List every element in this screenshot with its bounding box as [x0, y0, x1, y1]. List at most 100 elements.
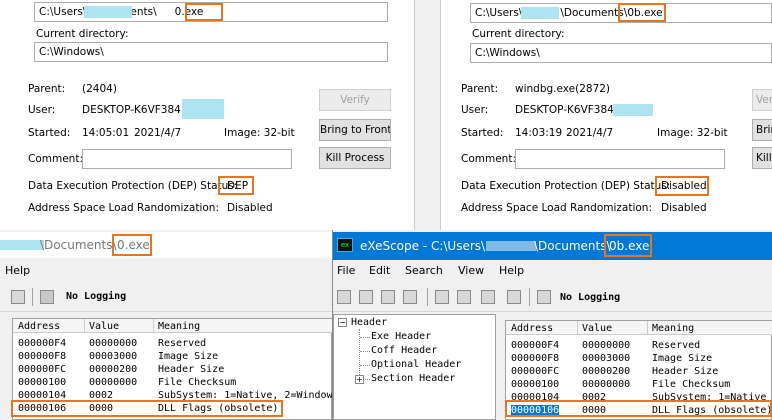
menu-file[interactable]: File	[337, 264, 355, 277]
table-row[interactable]: 00000104 0002 SubSystem: 1=Native	[506, 392, 772, 405]
table-row[interactable]: 00000106 0000 DLL Flags (obsolete)	[506, 405, 772, 418]
right-col-value[interactable]: Value	[582, 323, 612, 334]
right-col-address[interactable]: Address	[511, 323, 553, 334]
row-meaning: Reserved	[158, 338, 207, 349]
row-address: 000000FC	[18, 364, 67, 375]
left-col-address[interactable]: Address	[18, 321, 60, 332]
left-path-redaction	[84, 6, 132, 18]
new-icon[interactable]	[337, 290, 351, 304]
left-toolbar-separator	[32, 288, 33, 306]
row-value: 0002	[582, 392, 607, 403]
row-value: 0000	[89, 403, 114, 414]
row-meaning: File Checksum	[158, 377, 237, 388]
save-icon[interactable]	[381, 290, 395, 304]
table-row[interactable]: 00000100 00000000 File Checksum	[13, 377, 332, 390]
row-address: 000000F4	[18, 338, 67, 349]
left-comment-label: Comment:	[28, 153, 83, 165]
menu-view[interactable]: View	[458, 264, 484, 277]
row-value: 00000000	[89, 338, 138, 349]
tree-root[interactable]: Header	[351, 317, 387, 328]
left-logging-label: No Logging	[66, 291, 127, 302]
right-path-field[interactable]: C:\Users\ \Documents\0b.exe	[470, 3, 772, 23]
tree-item[interactable]: Optional Header	[371, 359, 461, 370]
right-parent-value: windbg.exe(2872)	[515, 83, 611, 95]
row-value: 00000000	[582, 340, 631, 351]
left-verify-button[interactable]: Verify	[319, 89, 391, 111]
table-row[interactable]: 000000FC 00000200 Header Size	[13, 364, 332, 377]
row-address: 000000F8	[511, 353, 560, 364]
right-col-meaning[interactable]: Meaning	[652, 323, 694, 334]
resource-icon[interactable]	[457, 290, 471, 304]
right-started-date: 2021/4/7	[566, 127, 614, 139]
table-row[interactable]: 00000106 0000 DLL Flags (obsolete)	[13, 403, 332, 416]
right-image-type: Image: 32-bit	[657, 127, 728, 139]
table-row[interactable]: 000000F4 00000000 Reserved	[506, 340, 772, 353]
left-col-meaning[interactable]: Meaning	[158, 321, 200, 332]
row-address: 00000104	[18, 390, 67, 401]
table-row[interactable]: 000000F8 00003000 Image Size	[506, 353, 772, 366]
right-curdir-field[interactable]: C:\Windows\	[470, 43, 772, 63]
right-title-exe: 0b.exe	[609, 239, 650, 253]
right-kill-process-button[interactable]: Kill	[752, 147, 772, 169]
tree-expander[interactable]: +	[355, 375, 364, 384]
left-path-exe: 0.exe	[174, 6, 204, 18]
row-value: 00003000	[582, 353, 631, 364]
right-aslr-label: Address Space Load Randomization:	[461, 202, 652, 214]
row-value: 00000200	[89, 364, 138, 375]
right-logging-label: No Logging	[560, 292, 621, 303]
app-icon: ex	[337, 238, 353, 252]
ascii-icon[interactable]	[481, 290, 495, 304]
print-icon[interactable]	[403, 290, 417, 304]
menu-search[interactable]: Search	[405, 264, 443, 277]
left-parent-label: Parent:	[28, 83, 66, 95]
row-meaning: DLL Flags (obsolete)	[652, 405, 772, 416]
row-address: 000000F8	[18, 351, 67, 362]
left-curdir-label: Current directory:	[36, 28, 129, 40]
table-row[interactable]: 00000104 0002 SubSystem: 1=Native, 2=Windo…	[13, 390, 332, 403]
left-curdir-field[interactable]: C:\Windows\	[34, 42, 388, 62]
left-started-time: 14:05:01	[82, 127, 130, 139]
toolbar-separator	[427, 288, 428, 306]
table-row[interactable]: 000000F4 00000000 Reserved	[13, 338, 332, 351]
right-aslr-value: Disabled	[661, 202, 707, 214]
left-menu-help[interactable]: Help	[5, 264, 30, 277]
logging-icon[interactable]	[537, 290, 551, 304]
open-icon[interactable]	[359, 290, 373, 304]
left-title-exe: 0.exe	[117, 238, 150, 252]
left-comment-field[interactable]	[82, 149, 292, 169]
right-col-divider-2	[647, 321, 648, 335]
left-user-value: DESKTOP-K6VF384	[82, 104, 181, 116]
right-bring-to-front-button[interactable]: Brin	[752, 119, 772, 141]
menu-help[interactable]: Help	[499, 264, 524, 277]
right-started-time: 14:03:19	[515, 127, 563, 139]
left-kill-process-button[interactable]: Kill Process	[319, 147, 391, 169]
row-address: 000000F4	[511, 340, 560, 351]
table-row[interactable]: 000000FC 00000200 Header Size	[506, 366, 772, 379]
tree-root-expander[interactable]: −	[338, 318, 347, 327]
tree-item[interactable]: Section Header	[371, 373, 455, 384]
row-address: 00000104	[511, 392, 560, 403]
right-user-value: DESKTOP-K6VF384\	[515, 104, 618, 116]
left-aslr-value: Disabled	[227, 202, 273, 214]
tree-item[interactable]: Exe Header	[371, 331, 431, 342]
left-col-divider-2	[153, 319, 154, 333]
row-address: 00000100	[18, 377, 67, 388]
left-bring-to-front-button[interactable]: Bring to Front	[319, 119, 391, 141]
tree-item[interactable]: Coff Header	[371, 345, 437, 356]
right-verify-button[interactable]: Verify	[752, 89, 772, 111]
table-row[interactable]: 000000F8 00003000 Image Size	[13, 351, 332, 364]
hex-icon[interactable]	[507, 290, 521, 304]
font-icon[interactable]	[435, 290, 449, 304]
right-comment-field[interactable]	[515, 149, 725, 169]
left-title-path: \Documents\	[40, 238, 117, 252]
left-col-value[interactable]: Value	[89, 321, 119, 332]
row-meaning: DLL Flags (obsolete)	[158, 403, 279, 414]
right-title-redaction	[486, 241, 536, 251]
table-row[interactable]: 00000100 00000000 File Checksum	[506, 379, 772, 392]
tree-branch-line	[360, 337, 370, 338]
menu-edit[interactable]: Edit	[369, 264, 390, 277]
row-meaning: Image Size	[158, 351, 219, 362]
left-toolbar-icon-logging[interactable]	[40, 290, 54, 304]
left-toolbar-icon-grid[interactable]	[11, 290, 25, 304]
right-path-text: C:\Users\	[475, 7, 523, 19]
